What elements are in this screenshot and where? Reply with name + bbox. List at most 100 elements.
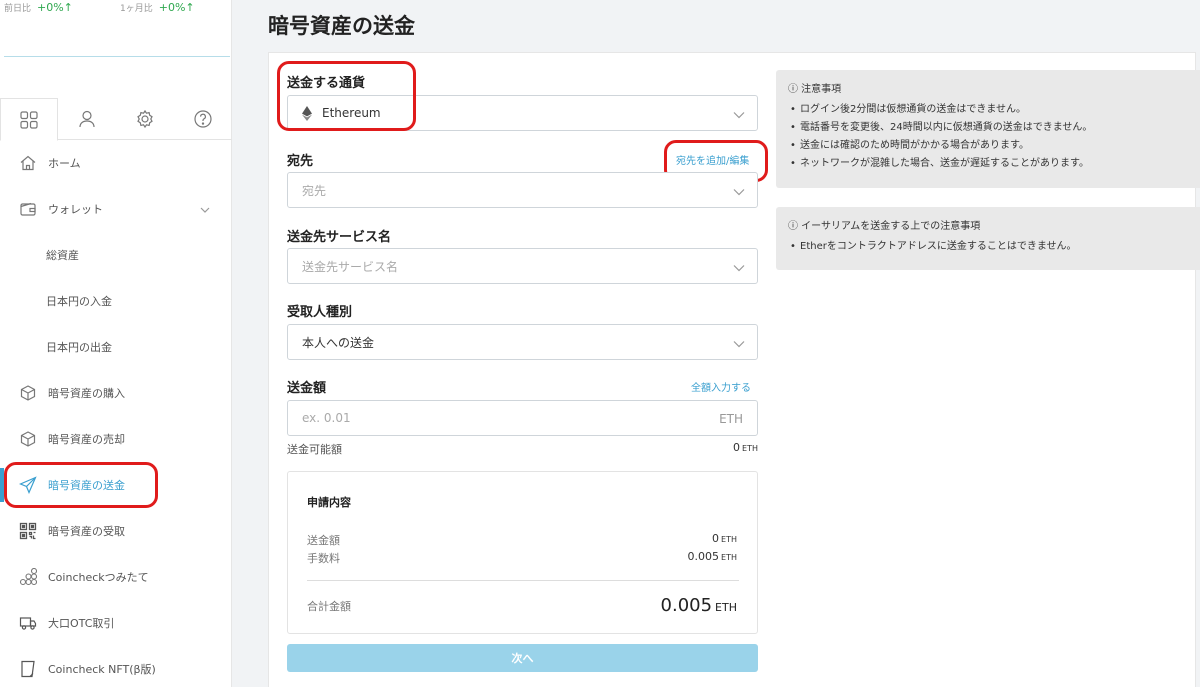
cube-icon bbox=[18, 383, 38, 403]
currency-label: 送金する通貨 bbox=[287, 76, 366, 91]
sidebar-item-sell-crypto[interactable]: 暗号資産の売却 bbox=[0, 416, 232, 462]
day-change-value: +0%↑ bbox=[37, 1, 73, 14]
help-icon bbox=[194, 110, 212, 128]
price-chart-line bbox=[4, 56, 230, 57]
sidebar-item-label: 日本円の出金 bbox=[46, 341, 112, 354]
destination-select[interactable]: 宛先 bbox=[287, 172, 758, 208]
recipient-type-label: 受取人種別 bbox=[287, 305, 353, 320]
add-edit-destination-link[interactable]: 宛先を追加/編集 bbox=[676, 152, 749, 167]
service-select[interactable]: 送金先サービス名 bbox=[287, 248, 758, 284]
ethereum-notice-box: ⓘ イーサリアムを送金する上での注意事項 Etherをコントラクトアドレスに送金… bbox=[776, 207, 1200, 270]
amount-input[interactable]: ex. 0.01 ETH bbox=[287, 400, 758, 436]
chevron-down-icon bbox=[733, 337, 745, 351]
month-change-label: 1ヶ月比 bbox=[120, 4, 153, 14]
chevron-down-icon bbox=[733, 108, 745, 122]
destination-label: 宛先 bbox=[287, 154, 314, 169]
tab-help[interactable] bbox=[174, 98, 232, 140]
chevron-down-icon bbox=[733, 185, 745, 199]
summary-fee-label: 手数料 bbox=[307, 552, 340, 565]
sidebar-item-tsumitate[interactable]: Coincheckつみたて bbox=[0, 554, 232, 600]
enter-full-amount-link[interactable]: 全額入力する bbox=[691, 379, 751, 394]
tab-dashboard[interactable] bbox=[0, 98, 58, 141]
summary-total-label: 合計金額 bbox=[307, 600, 351, 613]
sidebar-item-label: 暗号資産の購入 bbox=[48, 387, 125, 400]
notice-list: Etherをコントラクトアドレスに送金することはできません。 bbox=[788, 238, 1193, 256]
summary-amount: 0 ETH bbox=[712, 532, 737, 545]
amount-label: 送金額 bbox=[287, 381, 327, 396]
summary-amount-value: 0 bbox=[712, 532, 720, 545]
sidebar-item-label: 暗号資産の送金 bbox=[48, 479, 125, 492]
list-item: ネットワークが混雑した場合、送金が遅延することがあります。 bbox=[788, 155, 1193, 173]
summary-box: 申請内容 送金額 0 ETH 手数料 0.005 ETH 合計金額 0.005 ETH bbox=[287, 471, 758, 634]
amount-unit: ETH bbox=[719, 412, 743, 426]
sidebar-item-home[interactable]: ホーム bbox=[0, 140, 232, 186]
notice-box: ⓘ 注意事項 ログイン後2分間は仮想通貨の送金はできません。 電話番号を変更後、… bbox=[776, 70, 1200, 188]
currency-select[interactable]: Ethereum bbox=[287, 95, 758, 131]
notice-title: ⓘ 注意事項 bbox=[788, 84, 842, 95]
sidebar-item-label: 暗号資産の受取 bbox=[48, 525, 125, 538]
sidebar-item-label: 総資産 bbox=[46, 249, 79, 262]
sidebar-tabs bbox=[0, 98, 232, 141]
chevron-down-icon bbox=[733, 261, 745, 275]
sidebar-item-buy-crypto[interactable]: 暗号資産の購入 bbox=[0, 370, 232, 416]
destination-placeholder: 宛先 bbox=[302, 183, 327, 198]
price-ticker: 前日比 +0%↑ 1ヶ月比 +0%↑ bbox=[0, 0, 232, 14]
available-value: 0 bbox=[733, 441, 741, 454]
sidebar-item-label: Coincheck NFT(β版) bbox=[48, 663, 156, 676]
qr-icon bbox=[18, 521, 38, 541]
sidebar-item-label: ウォレット bbox=[48, 203, 103, 216]
sidebar-item-wallet[interactable]: ウォレット bbox=[0, 186, 232, 232]
summary-unit: ETH bbox=[721, 553, 737, 562]
sidebar-item-label: Coincheckつみたて bbox=[48, 571, 149, 584]
gear-icon bbox=[137, 109, 153, 129]
summary-unit: ETH bbox=[721, 535, 737, 544]
currency-value: Ethereum bbox=[322, 106, 381, 120]
sidebar-item-total-assets[interactable]: 総資産 bbox=[0, 232, 232, 278]
day-change-label: 前日比 bbox=[4, 4, 32, 14]
user-icon bbox=[79, 110, 95, 128]
next-button[interactable]: 次へ bbox=[287, 644, 758, 672]
summary-total: 0.005 ETH bbox=[661, 595, 737, 616]
sidebar-item-receive-crypto[interactable]: 暗号資産の受取 bbox=[0, 508, 232, 554]
nft-icon bbox=[18, 659, 38, 679]
cube-icon bbox=[18, 429, 38, 449]
sidebar-item-label: 大口OTC取引 bbox=[48, 617, 115, 630]
grid-icon bbox=[20, 110, 38, 129]
sidebar-item-send-crypto[interactable]: 暗号資産の送金 bbox=[0, 462, 232, 508]
tab-account[interactable] bbox=[58, 98, 116, 140]
home-icon bbox=[18, 153, 38, 173]
sidebar-item-label: 日本円の入金 bbox=[46, 295, 112, 308]
sidebar: 前日比 +0%↑ 1ヶ月比 +0%↑ ホーム ウォレット 総資産 日本円の入金 日本… bbox=[0, 0, 232, 687]
available-unit: ETH bbox=[742, 444, 758, 453]
summary-title: 申請内容 bbox=[307, 496, 351, 509]
sidebar-item-jpy-withdraw[interactable]: 日本円の出金 bbox=[0, 324, 232, 370]
recipient-type-select[interactable]: 本人への送金 bbox=[287, 324, 758, 360]
amount-placeholder: ex. 0.01 bbox=[302, 411, 351, 425]
available-amount: 0 ETH bbox=[660, 441, 758, 454]
summary-fee: 0.005 ETH bbox=[688, 550, 737, 563]
list-item: ログイン後2分間は仮想通貨の送金はできません。 bbox=[788, 101, 1193, 119]
coins-icon bbox=[18, 567, 38, 587]
sidebar-item-nft[interactable]: Coincheck NFT(β版) bbox=[0, 646, 232, 687]
summary-unit: ETH bbox=[715, 601, 737, 614]
sidebar-item-label: 暗号資産の売却 bbox=[48, 433, 125, 446]
list-item: Etherをコントラクトアドレスに送金することはできません。 bbox=[788, 238, 1193, 256]
page-title: 暗号資産の送金 bbox=[268, 14, 415, 38]
chevron-down-icon bbox=[200, 204, 210, 217]
month-change-value: +0%↑ bbox=[158, 1, 195, 14]
summary-fee-value: 0.005 bbox=[687, 550, 720, 563]
summary-amount-label: 送金額 bbox=[307, 534, 340, 547]
ethereum-icon bbox=[302, 105, 312, 121]
sidebar-item-jpy-deposit[interactable]: 日本円の入金 bbox=[0, 278, 232, 324]
tab-settings[interactable] bbox=[116, 98, 174, 140]
send-icon bbox=[18, 475, 38, 495]
sidebar-item-otc[interactable]: 大口OTC取引 bbox=[0, 600, 232, 646]
service-label: 送金先サービス名 bbox=[287, 230, 392, 245]
wallet-icon bbox=[18, 199, 38, 219]
summary-total-value: 0.005 bbox=[660, 595, 713, 616]
available-label: 送金可能額 bbox=[287, 443, 342, 456]
list-item: 送金には確認のため時間がかかる場合があります。 bbox=[788, 137, 1193, 155]
truck-icon bbox=[18, 613, 38, 633]
sidebar-item-label: ホーム bbox=[48, 157, 81, 170]
divider bbox=[307, 580, 739, 581]
